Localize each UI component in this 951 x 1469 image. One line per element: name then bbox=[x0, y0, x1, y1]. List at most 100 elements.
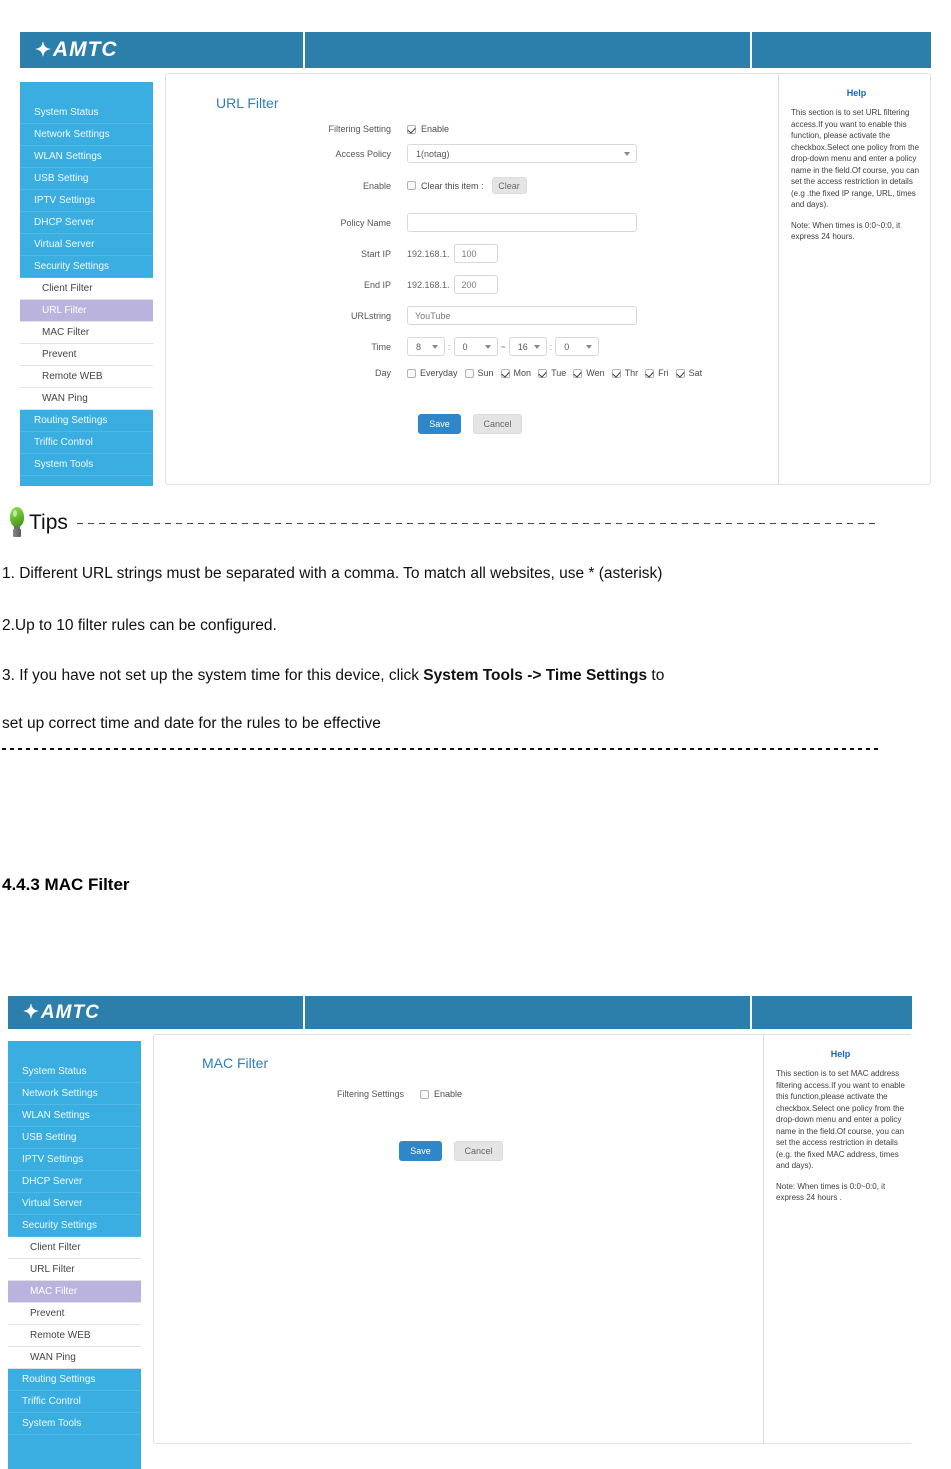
sidebar-item-wlan-settings-2[interactable]: WLAN Settings bbox=[8, 1105, 141, 1127]
sidebar-item-client-filter-2[interactable]: Client Filter bbox=[8, 1237, 141, 1259]
tip-item-3: 3. If you have not set up the system tim… bbox=[2, 667, 664, 685]
start-ip-input[interactable]: 100 bbox=[453, 244, 498, 263]
console-body-2: System Status Network Settings WLAN Sett… bbox=[8, 1029, 912, 1469]
day-checkbox[interactable] bbox=[611, 368, 621, 378]
time-end-min-value: 0 bbox=[564, 341, 570, 352]
time-start-min-value: 0 bbox=[462, 341, 468, 352]
sidebar-item-iptv-settings-2[interactable]: IPTV Settings bbox=[8, 1149, 141, 1171]
sidebar-item-system-tools[interactable]: System Tools bbox=[20, 454, 153, 476]
sidebar-item-virtual-server[interactable]: Virtual Server bbox=[20, 234, 153, 256]
sidebar-item-security-settings[interactable]: Security Settings bbox=[20, 256, 153, 278]
sidebar-item-client-filter[interactable]: Client Filter bbox=[20, 278, 153, 300]
help-note: Note: When times is 0:0~0:0, it express … bbox=[791, 220, 901, 242]
time-end-min-select[interactable]: 0 bbox=[555, 337, 600, 356]
access-policy-select[interactable]: 1(notag) bbox=[407, 144, 637, 163]
day-option-fri[interactable]: Fri bbox=[645, 368, 669, 378]
sidebar-item-prevent-2[interactable]: Prevent bbox=[8, 1303, 141, 1325]
day-checkbox[interactable] bbox=[645, 368, 655, 378]
header-divider-1 bbox=[303, 32, 305, 68]
day-option-sat[interactable]: Sat bbox=[675, 368, 702, 378]
day-option-mon[interactable]: Mon bbox=[500, 368, 532, 378]
sidebar-item-dhcp-server-2[interactable]: DHCP Server bbox=[8, 1171, 141, 1193]
sidebar-item-triffic-control[interactable]: Triffic Control bbox=[20, 432, 153, 454]
end-ip-value: 200 bbox=[461, 279, 477, 290]
day-label: Mon bbox=[513, 368, 532, 378]
tip-item-3-bold: System Tools -> Time Settings bbox=[423, 667, 648, 684]
filtering-setting-enable-checkbox[interactable] bbox=[407, 124, 416, 134]
policy-name-input[interactable] bbox=[407, 213, 637, 232]
sidebar-item-system-tools-2[interactable]: System Tools bbox=[8, 1413, 141, 1435]
clear-button[interactable]: Clear bbox=[491, 177, 527, 194]
amtc-logo-mark-2: ✦ bbox=[23, 1002, 40, 1023]
time-colon-2: : bbox=[549, 341, 553, 352]
sidebar-item-triffic-control-2[interactable]: Triffic Control bbox=[8, 1391, 141, 1413]
time-end-hour-select[interactable]: 16 bbox=[508, 337, 547, 356]
mac-filtering-enable-checkbox[interactable] bbox=[420, 1089, 429, 1099]
sidebar-item-remote-web-2[interactable]: Remote WEB bbox=[8, 1325, 141, 1347]
row-time: Time 8 : 0 ~ 16 : 0 bbox=[166, 337, 786, 356]
sidebar-label: USB Setting bbox=[22, 1132, 77, 1143]
sidebar-item-system-status[interactable]: System Status bbox=[20, 102, 153, 124]
chevron-down-icon bbox=[624, 151, 630, 156]
day-option-wen[interactable]: Wen bbox=[573, 368, 605, 378]
day-label: Everyday bbox=[420, 368, 458, 378]
day-option-sun[interactable]: Sun bbox=[464, 368, 494, 378]
time-end-hour-value: 16 bbox=[517, 341, 528, 352]
day-option-tue[interactable]: Tue bbox=[538, 368, 566, 378]
save-button-mac[interactable]: Save bbox=[399, 1141, 442, 1161]
sidebar-item-virtual-server-2[interactable]: Virtual Server bbox=[8, 1193, 141, 1215]
amtc-logo-2: ✦AMTC bbox=[23, 1001, 100, 1024]
help-body: This section is to set URL filtering acc… bbox=[791, 108, 920, 209]
tip-item-3-pre: 3. If you have not set up the system tim… bbox=[2, 667, 424, 684]
sidebar-item-prevent[interactable]: Prevent bbox=[20, 344, 153, 366]
day-checkbox[interactable] bbox=[407, 368, 416, 378]
sidebar-item-mac-filter[interactable]: MAC Filter bbox=[20, 322, 153, 344]
end-ip-input[interactable]: 200 bbox=[453, 275, 498, 294]
access-policy-value: 1(notag) bbox=[416, 148, 450, 159]
day-checkbox[interactable] bbox=[538, 368, 548, 378]
clear-item-checkbox[interactable] bbox=[407, 181, 416, 190]
cancel-button[interactable]: Cancel bbox=[473, 414, 522, 434]
sidebar-item-routing-settings-2[interactable]: Routing Settings bbox=[8, 1369, 141, 1391]
sidebar-item-usb-setting[interactable]: USB Setting bbox=[20, 168, 153, 190]
sidebar-item-wan-ping-2[interactable]: WAN Ping bbox=[8, 1347, 141, 1369]
sidebar-item-remote-web[interactable]: Remote WEB bbox=[20, 366, 153, 388]
sidebar-item-mac-filter-2[interactable]: MAC Filter bbox=[8, 1281, 141, 1303]
time-start-hour-select[interactable]: 8 bbox=[407, 337, 445, 356]
day-checkbox[interactable] bbox=[464, 368, 474, 378]
sidebar-item-system-status-2[interactable]: System Status bbox=[8, 1061, 141, 1083]
cancel-button-mac[interactable]: Cancel bbox=[454, 1141, 503, 1161]
day-option-everyday[interactable]: Everyday bbox=[407, 368, 458, 378]
sidebar-item-network-settings-2[interactable]: Network Settings bbox=[8, 1083, 141, 1105]
sidebar-label: USB Setting bbox=[34, 173, 89, 184]
tip-item-1: 1. Different URL strings must be separat… bbox=[2, 565, 663, 582]
sidebar-item-security-settings-2[interactable]: Security Settings bbox=[8, 1215, 141, 1237]
sidebar-label: WLAN Settings bbox=[34, 151, 102, 162]
sidebar-label: Triffic Control bbox=[22, 1396, 81, 1407]
sidebar-item-dhcp-server[interactable]: DHCP Server bbox=[20, 212, 153, 234]
sidebar-item-routing-settings[interactable]: Routing Settings bbox=[20, 410, 153, 432]
sidebar-label: WAN Ping bbox=[30, 1352, 76, 1363]
urlstring-input[interactable]: YouTube bbox=[407, 306, 637, 325]
sidebar-item-url-filter[interactable]: URL Filter bbox=[20, 300, 153, 322]
sidebar-item-usb-setting-2[interactable]: USB Setting bbox=[8, 1127, 141, 1149]
sidebar-item-wlan-settings[interactable]: WLAN Settings bbox=[20, 146, 153, 168]
sidebar-item-iptv-settings[interactable]: IPTV Settings bbox=[20, 190, 153, 212]
time-range-separator: ~ bbox=[500, 341, 506, 352]
amtc-logo-text: AMTC bbox=[52, 38, 118, 61]
day-checkbox[interactable] bbox=[573, 368, 583, 378]
sidebar-item-url-filter-2[interactable]: URL Filter bbox=[8, 1259, 141, 1281]
sidebar-item-wan-ping[interactable]: WAN Ping bbox=[20, 388, 153, 410]
day-checkbox[interactable] bbox=[500, 368, 510, 378]
console-header-bar-2: ✦AMTC bbox=[8, 996, 912, 1029]
label-filtering-setting: Filtering Setting bbox=[328, 124, 391, 134]
sidebar-label: DHCP Server bbox=[22, 1176, 83, 1187]
time-start-min-select[interactable]: 0 bbox=[453, 337, 498, 356]
save-button[interactable]: Save bbox=[418, 414, 461, 434]
day-option-thr[interactable]: Thr bbox=[611, 368, 638, 378]
filtering-setting-enable-label: Enable bbox=[421, 124, 450, 134]
sidebar-item-network-settings[interactable]: Network Settings bbox=[20, 124, 153, 146]
day-checkbox[interactable] bbox=[675, 368, 685, 378]
urlstring-value: YouTube bbox=[415, 310, 451, 321]
sidebar-label: Prevent bbox=[42, 349, 77, 360]
